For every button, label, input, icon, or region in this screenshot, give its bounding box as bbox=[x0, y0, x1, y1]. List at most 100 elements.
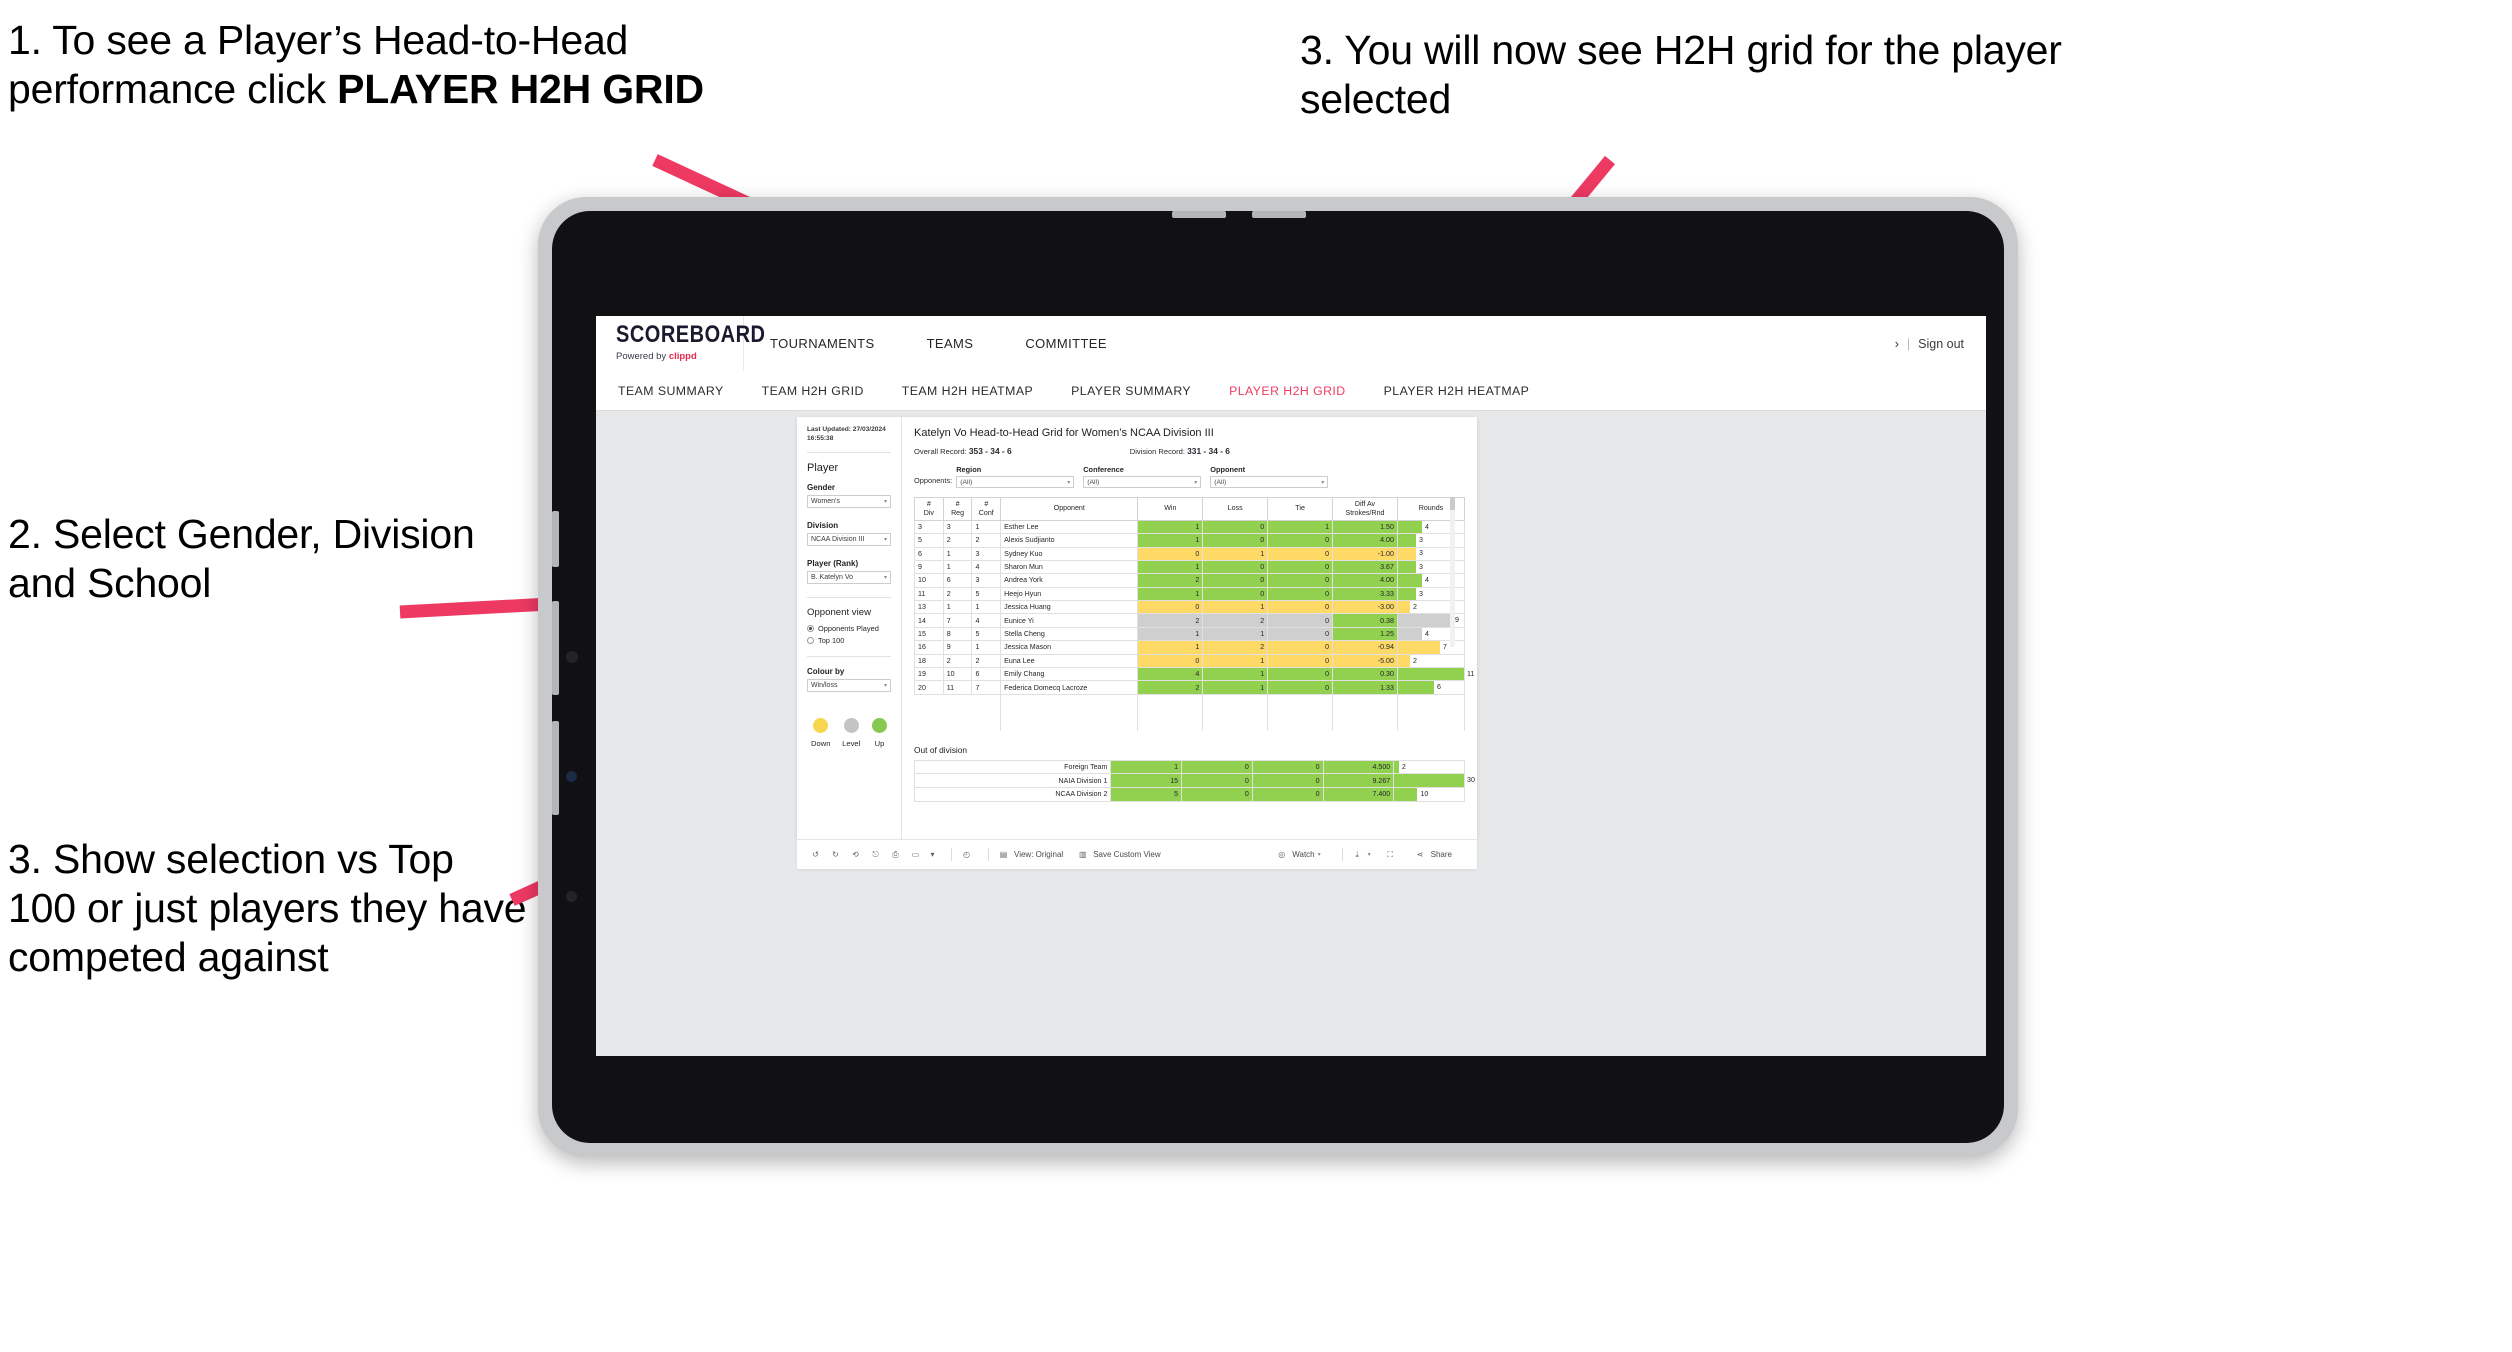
scoreboard-logo[interactable]: SCOREBOARD Powered by clippd bbox=[596, 316, 765, 371]
gender-select[interactable]: Women's ▾ bbox=[807, 494, 891, 508]
table-scrollbar-track[interactable] bbox=[1450, 497, 1455, 647]
player-rank-select[interactable]: B. Katelyn Vo ▾ bbox=[807, 570, 891, 584]
share-button[interactable]: ⋖ Share bbox=[1414, 848, 1452, 861]
filter-conference-select[interactable]: (All) ▾ bbox=[1083, 476, 1202, 488]
out-of-division-row[interactable]: Foreign Team 1 0 0 4.500 2 bbox=[913, 759, 1465, 775]
ood-cell-0: NCAA Division 2 bbox=[913, 786, 1112, 802]
table-row[interactable]: 18 2 2 Euna Lee 0 1 0 -5.00 2 bbox=[914, 653, 1466, 669]
radio-opponents-played[interactable]: Opponents Played bbox=[807, 624, 891, 633]
table-scrollbar-thumb[interactable] bbox=[1450, 497, 1455, 510]
cell-loss: 1 bbox=[1202, 546, 1269, 561]
table-row[interactable]: 16 9 1 Jessica Mason 1 2 0 -0.94 7 bbox=[914, 640, 1466, 655]
tablet-volume-up-button[interactable] bbox=[552, 601, 559, 695]
table-row[interactable]: 10 6 3 Andrea York 2 0 0 4.00 4 bbox=[914, 573, 1466, 588]
cell-tie: 0 bbox=[1267, 600, 1334, 615]
watch-button[interactable]: ◎ Watch ▾ bbox=[1275, 848, 1320, 861]
table-empty-area bbox=[915, 694, 1466, 731]
tab-team-h2h-grid[interactable]: TEAM H2H GRID bbox=[762, 384, 864, 398]
zoom-rect-icon[interactable]: ▭ bbox=[909, 848, 922, 861]
ood-cell-rounds: 10 bbox=[1393, 786, 1465, 802]
division-record: Division Record: 331 - 34 - 6 bbox=[1130, 446, 1230, 456]
legend-up-label: Up bbox=[874, 738, 885, 748]
tablet-volume-down-button[interactable] bbox=[552, 721, 559, 815]
undo-icon[interactable]: ↺ bbox=[809, 848, 822, 861]
cell--conf: 1 bbox=[971, 640, 1002, 655]
cell-opponent: Andrea York bbox=[1000, 573, 1139, 588]
dashboard-sheet: Last Updated: 27/03/2024 16:55:38 Player… bbox=[797, 417, 1477, 839]
out-of-division-row[interactable]: NCAA Division 2 5 0 0 7.400 10 bbox=[913, 786, 1465, 802]
division-select[interactable]: NCAA Division III ▾ bbox=[807, 532, 891, 546]
col-header-tie[interactable]: Tie bbox=[1267, 497, 1334, 521]
cell-diff-av-strokes-rnd: 0.38 bbox=[1332, 613, 1398, 628]
download-button[interactable]: ⤓ ▾ bbox=[1351, 848, 1370, 861]
fullscreen-button[interactable]: ⛶ bbox=[1384, 848, 1401, 861]
tab-player-h2h-heatmap[interactable]: PLAYER H2H HEATMAP bbox=[1384, 384, 1530, 398]
filter-region-select[interactable]: (All) ▾ bbox=[956, 476, 1075, 488]
colour-by-select[interactable]: Win/loss ▾ bbox=[807, 678, 891, 692]
nav-item-committee[interactable]: COMMITTEE bbox=[999, 316, 1133, 371]
cell--reg: 2 bbox=[942, 533, 973, 548]
chevron-down-icon: ▾ bbox=[1067, 479, 1071, 486]
col-header--[interactable]: # Reg bbox=[942, 497, 973, 521]
tab-team-summary[interactable]: TEAM SUMMARY bbox=[618, 384, 724, 398]
col-header-win[interactable]: Win bbox=[1137, 497, 1204, 521]
save-custom-view-button[interactable]: ▥ Save Custom View bbox=[1076, 848, 1161, 861]
tab-player-summary[interactable]: PLAYER SUMMARY bbox=[1071, 384, 1191, 398]
empty-cell bbox=[1332, 694, 1398, 731]
filter-region: Region (All) ▾ bbox=[956, 465, 1075, 488]
col-header-opponent[interactable]: Opponent bbox=[1000, 497, 1139, 521]
out-of-division-row[interactable]: NAIA Division 1 15 0 0 9.267 30 bbox=[913, 773, 1475, 788]
cell-win: 1 bbox=[1137, 533, 1204, 548]
cell--div: 6 bbox=[914, 546, 944, 561]
col-header--[interactable]: # Div bbox=[914, 497, 944, 521]
table-header-row: # Div # Reg # Conf Opponent Win Loss Tie Diff Av St… bbox=[914, 497, 1466, 521]
h2h-grid-table: # Div # Reg # Conf Opponent Win Loss Tie Diff Av St… bbox=[914, 497, 1474, 731]
table-row[interactable]: 15 8 5 Stella Cheng 1 1 0 1.25 4 bbox=[914, 626, 1466, 642]
chevron-down-icon: ▾ bbox=[883, 498, 887, 505]
history-icon[interactable]: ◴ bbox=[960, 848, 973, 861]
table-row[interactable]: 9 1 4 Sharon Mun 1 0 0 3.67 3 bbox=[914, 559, 1466, 575]
cell-opponent: Euna Lee bbox=[1000, 653, 1139, 669]
revert-icon[interactable]: ⟲ bbox=[849, 848, 862, 861]
cell-opponent: Jessica Huang bbox=[1000, 600, 1139, 615]
col-header-loss[interactable]: Loss bbox=[1202, 497, 1269, 521]
table-row[interactable]: 5 2 2 Alexis Sudjianto 1 0 0 4.00 3 bbox=[914, 533, 1466, 548]
cell--div: 14 bbox=[914, 613, 944, 628]
annotation-3: 3. Show selection vs Top 100 or just pla… bbox=[8, 836, 527, 981]
chevron-down-icon[interactable]: ▾ bbox=[929, 848, 936, 861]
legend-level-label: Level bbox=[842, 738, 861, 748]
tab-team-h2h-heatmap[interactable]: TEAM H2H HEATMAP bbox=[902, 384, 1033, 398]
chevron-down-icon: ▾ bbox=[883, 574, 887, 581]
cell-loss: 2 bbox=[1202, 613, 1269, 628]
table-row[interactable]: 11 2 5 Heejo Hyun 1 0 0 3.33 3 bbox=[914, 586, 1466, 602]
redo-icon[interactable]: ↻ bbox=[829, 848, 842, 861]
cell-opponent: Stella Cheng bbox=[1000, 626, 1139, 642]
out-of-division-table: Foreign Team 1 0 0 4.500 2 NAIA Division 1 15 0 0… bbox=[913, 759, 1475, 802]
tab-player-h2h-grid[interactable]: PLAYER H2H GRID bbox=[1229, 384, 1346, 398]
cell--reg: 1 bbox=[942, 546, 973, 561]
empty-cell bbox=[1202, 694, 1269, 731]
opponents-label: Opponents: bbox=[914, 476, 953, 485]
table-row[interactable]: 14 7 4 Eunice Yi 2 2 0 0.38 9 bbox=[914, 613, 1466, 628]
tablet-power-button[interactable] bbox=[552, 511, 559, 567]
nav-item-tournaments[interactable]: TOURNAMENTS bbox=[744, 316, 901, 371]
table-row[interactable]: 6 1 3 Sydney Kuo 0 1 0 -1.00 3 bbox=[914, 546, 1466, 561]
col-header--[interactable]: # Conf bbox=[971, 497, 1002, 521]
cell-diff-av-strokes-rnd: -3.00 bbox=[1332, 600, 1398, 615]
col-header-diff-av[interactable]: Diff Av Strokes/Rnd bbox=[1332, 497, 1398, 521]
table-row[interactable]: 13 1 1 Jessica Huang 0 1 0 -3.00 2 bbox=[914, 600, 1466, 615]
nav-item-teams[interactable]: TEAMS bbox=[901, 316, 1000, 371]
view-original-button[interactable]: ▤ View: Original bbox=[997, 848, 1064, 861]
empty-cell bbox=[1267, 694, 1334, 731]
chevron-down-icon: ▾ bbox=[883, 682, 887, 689]
sign-out-label[interactable]: Sign out bbox=[1918, 337, 1964, 351]
table-row[interactable]: 20 11 7 Federica Domecq Lacroze 2 1 0 1.33 6 bbox=[914, 680, 1466, 695]
table-row[interactable]: 19 10 6 Emily Chang 4 1 0 0.30 11 bbox=[914, 667, 1474, 682]
filter-opponent-select[interactable]: (All) ▾ bbox=[1210, 476, 1329, 488]
pause-updates-icon[interactable]: ⎙ bbox=[889, 848, 902, 861]
sign-out-area[interactable]: › | Sign out bbox=[1895, 337, 1986, 351]
opponent-view-heading: Opponent view bbox=[807, 606, 871, 618]
radio-top-100[interactable]: Top 100 bbox=[807, 636, 891, 645]
table-row[interactable]: 3 3 1 Esther Lee 1 0 1 1.50 4 bbox=[914, 519, 1466, 535]
refresh-icon[interactable]: ⎋ bbox=[869, 848, 882, 861]
